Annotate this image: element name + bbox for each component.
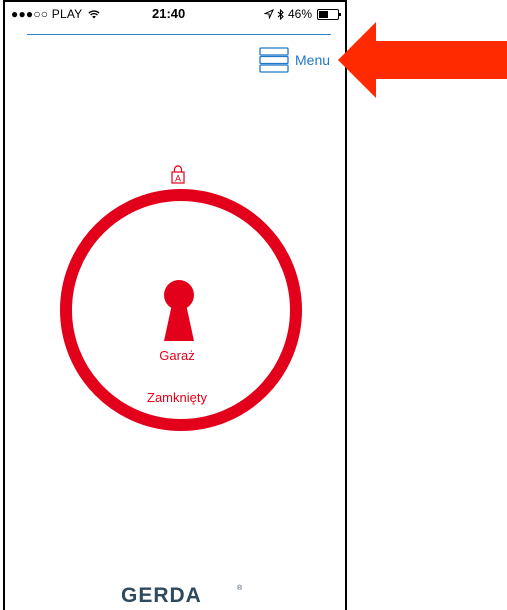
- battery-percent: 46%: [287, 7, 312, 21]
- location-icon: [263, 9, 274, 19]
- carrier-label: ●●●○○ PLAY: [11, 7, 83, 21]
- status-bar: ●●●○○ PLAY 21:40 46%: [5, 2, 345, 24]
- svg-text:®: ®: [237, 584, 243, 592]
- bluetooth-icon: [277, 8, 284, 20]
- lock-mode-letter: A: [175, 173, 181, 183]
- menu-label: Menu: [295, 52, 331, 68]
- door-status: Zamknięty: [147, 390, 207, 405]
- wifi-icon: [88, 10, 100, 19]
- door-name: Garaż: [159, 348, 195, 363]
- menu-button[interactable]: Menu: [259, 46, 330, 74]
- battery-icon: [317, 8, 341, 20]
- keyhole-icon[interactable]: [159, 278, 199, 342]
- clock: 21:40: [152, 6, 186, 21]
- header-divider: [27, 34, 331, 35]
- lock-icon[interactable]: A: [170, 164, 186, 184]
- annotation-arrow-icon: [338, 22, 507, 98]
- gerda-logo: GERDA ®: [121, 584, 243, 606]
- menu-icon: [259, 47, 289, 73]
- svg-text:GERDA: GERDA: [121, 584, 202, 606]
- phone-frame: ●●●○○ PLAY 21:40 46% Menu A Garaż Zamkni…: [3, 0, 347, 610]
